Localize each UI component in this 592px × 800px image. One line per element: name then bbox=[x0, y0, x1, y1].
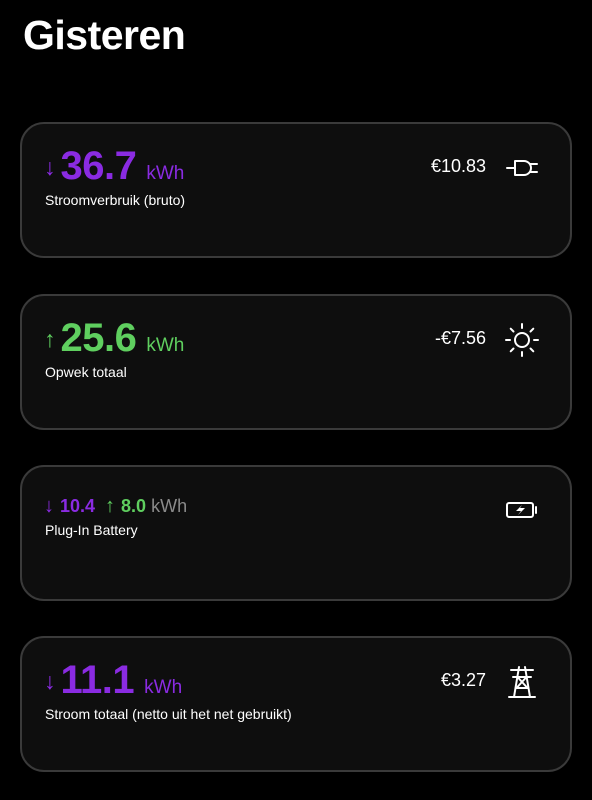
plug-icon bbox=[504, 150, 540, 186]
battery-charging-icon bbox=[504, 492, 540, 528]
page-title: Gisteren bbox=[23, 12, 186, 58]
battery-discharge-value: 10.4 bbox=[60, 496, 96, 516]
consumption-card[interactable]: ↓ 36.7 kWh Stroomverbruik (bruto) €10.83 bbox=[20, 122, 572, 258]
consumption-value: 36.7 bbox=[60, 144, 137, 188]
battery-card[interactable]: ↓ 10.4 ↑ 8.0 kWh Plug-In Battery bbox=[20, 465, 572, 601]
net-power-unit: kWh bbox=[144, 677, 183, 698]
net-power-label: Stroom totaal (netto uit het net gebruik… bbox=[45, 706, 292, 722]
net-power-card[interactable]: ↓ 11.1 kWh Stroom totaal (netto uit het … bbox=[20, 636, 572, 772]
down-arrow-icon: ↓ bbox=[44, 495, 54, 517]
consumption-price: €10.83 bbox=[430, 156, 486, 176]
battery-charge-value: 8.0 bbox=[121, 496, 147, 516]
down-arrow-icon: ↓ bbox=[44, 668, 56, 694]
generation-price: -€7.56 bbox=[434, 328, 486, 348]
sun-icon bbox=[504, 322, 540, 358]
net-power-price: €3.27 bbox=[440, 670, 486, 690]
net-power-value-row: ↓ 11.1 kWh bbox=[44, 658, 182, 703]
power-pylon-icon bbox=[504, 664, 540, 700]
up-arrow-icon: ↑ bbox=[44, 326, 56, 352]
battery-label: Plug-In Battery bbox=[45, 522, 138, 538]
net-power-value: 11.1 bbox=[60, 658, 135, 702]
generation-card[interactable]: ↑ 25.6 kWh Opwek totaal -€7.56 bbox=[20, 294, 572, 430]
generation-value-row: ↑ 25.6 kWh bbox=[44, 316, 184, 361]
consumption-unit: kWh bbox=[146, 163, 185, 184]
consumption-value-row: ↓ 36.7 kWh bbox=[44, 144, 184, 189]
up-arrow-icon: ↑ bbox=[105, 495, 116, 517]
consumption-label: Stroomverbruik (bruto) bbox=[45, 192, 186, 208]
battery-unit: kWh bbox=[151, 496, 188, 516]
battery-value-row: ↓ 10.4 ↑ 8.0 kWh bbox=[44, 495, 187, 518]
generation-unit: kWh bbox=[146, 335, 185, 356]
generation-value: 25.6 bbox=[60, 316, 137, 360]
down-arrow-icon: ↓ bbox=[44, 154, 56, 180]
generation-label: Opwek totaal bbox=[45, 364, 127, 380]
